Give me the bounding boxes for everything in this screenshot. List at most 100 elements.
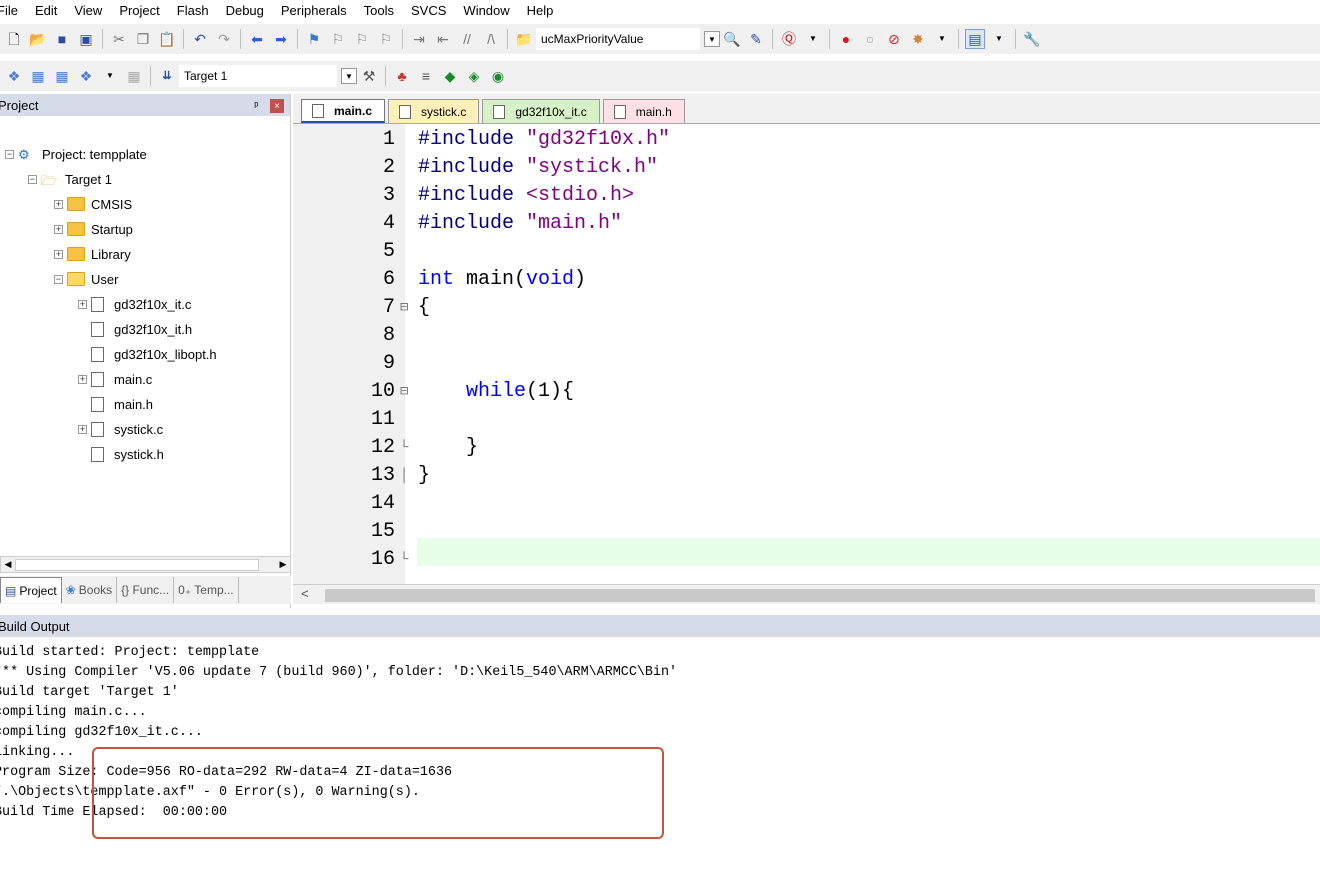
tab-books[interactable]: ❀ Books (62, 577, 118, 603)
tab-templates[interactable]: 0₊ Temp... (174, 577, 239, 603)
indent-icon[interactable]: ⇥ (409, 29, 429, 49)
tree-file[interactable]: + systick.c (78, 418, 163, 440)
menu-peripherals[interactable]: Peripherals (281, 3, 347, 18)
menu-debug[interactable]: Debug (226, 3, 264, 18)
tab-systick-c[interactable]: systick.c (388, 99, 480, 123)
tree-target[interactable]: − 🗁 Target 1 (28, 168, 112, 190)
copy-icon[interactable]: ❐ (133, 29, 153, 49)
menu-svcs[interactable]: SVCS (411, 3, 446, 18)
scroll-left-icon[interactable]: ◀ (1, 557, 15, 572)
bookmark-clear-icon[interactable]: ⚐ (376, 29, 396, 49)
tree-file[interactable]: + gd32f10x_it.c (78, 293, 191, 315)
menu-window[interactable]: Window (463, 3, 509, 18)
chevron-down-icon[interactable]: ▼ (704, 31, 720, 47)
tree-file[interactable]: systick.h (91, 443, 164, 465)
find-in-files-icon[interactable]: 📁 (514, 29, 534, 49)
new-file-icon[interactable]: 🗋 (4, 29, 24, 49)
save-all-icon[interactable]: ▣ (76, 29, 96, 49)
redo-icon[interactable]: ↷ (214, 29, 234, 49)
bookmark-next-icon[interactable]: ⚐ (352, 29, 372, 49)
breakpoint-disabled-icon[interactable]: ○ (860, 29, 880, 49)
paste-icon[interactable]: 📋 (157, 29, 177, 49)
tree-group-user[interactable]: − User (54, 268, 118, 290)
tree-project-root[interactable]: − ⚙ Project: tempplate (5, 143, 147, 165)
scroll-thumb[interactable] (15, 559, 259, 571)
incremental-find-icon[interactable]: ✎ (746, 29, 766, 49)
tab-functions[interactable]: {} Func... (117, 577, 175, 603)
menu-help[interactable]: Help (527, 3, 554, 18)
select-packs-icon[interactable]: ≡ (416, 66, 436, 86)
pack-installer-icon[interactable]: ◈ (464, 66, 484, 86)
build-icon[interactable]: ▦ (28, 66, 48, 86)
stop-build-icon[interactable]: ▦ (124, 66, 144, 86)
scroll-left-icon[interactable]: < (301, 586, 309, 601)
chevron-down-icon[interactable]: ▼ (100, 66, 120, 86)
expand-icon[interactable]: + (78, 424, 87, 434)
fold-collapse-icon[interactable]: ⊟ (400, 294, 408, 322)
tree-group-startup[interactable]: + Startup (54, 218, 133, 240)
close-icon[interactable]: × (270, 99, 284, 114)
find-combo[interactable]: ucMaxPriorityValue (536, 28, 700, 50)
chevron-down-icon[interactable]: ▼ (341, 68, 357, 84)
collapse-icon[interactable]: − (5, 149, 14, 159)
bookmark-icon[interactable]: ⚑ (304, 29, 324, 49)
nav-back-icon[interactable]: ⬅ (247, 29, 267, 49)
window-layout-icon[interactable]: ▤ (965, 29, 985, 49)
expand-icon[interactable]: + (78, 374, 87, 384)
kill-breakpoints-icon[interactable]: ✸ (908, 29, 928, 49)
update-pack-icon[interactable]: ◉ (488, 66, 508, 86)
load-download-icon[interactable]: ⇊ (157, 66, 177, 86)
unindent-icon[interactable]: ⇤ (433, 29, 453, 49)
chevron-down-icon[interactable]: ▼ (803, 29, 823, 49)
batch-build-icon[interactable]: ❖ (76, 66, 96, 86)
target-options-icon[interactable]: ⚒ (359, 66, 379, 86)
tab-main-h[interactable]: main.h (602, 99, 685, 123)
collapse-icon[interactable]: − (28, 174, 37, 184)
expand-icon[interactable]: + (54, 199, 63, 209)
chevron-down-icon[interactable]: ▼ (989, 29, 1009, 49)
manage-rte-icon[interactable]: ◆ (440, 66, 460, 86)
comment-icon[interactable]: // (457, 29, 477, 49)
debug-session-icon[interactable]: Ⓠ (779, 29, 799, 49)
find-icon[interactable]: 🔍 (722, 29, 742, 49)
menu-flash[interactable]: Flash (177, 3, 209, 18)
cut-icon[interactable]: ✂ (109, 29, 129, 49)
code-area[interactable]: 1 2 3 4 5 6 7 8 9 10 11 12 13 14 15 16 ⊟… (293, 124, 1320, 584)
menu-view[interactable]: View (74, 3, 102, 18)
tab-gd32f10x-it-c[interactable]: gd32f10x_it.c (482, 99, 600, 123)
scroll-thumb[interactable] (325, 589, 1315, 602)
fold-collapse-icon[interactable]: ⊟ (400, 378, 408, 406)
target-combo[interactable]: Target 1 (179, 65, 337, 87)
collapse-icon[interactable]: − (54, 274, 63, 284)
manage-components-icon[interactable]: ♣ (392, 66, 412, 86)
tree-file[interactable]: gd32f10x_it.h (91, 318, 192, 340)
menu-edit[interactable]: Edit (35, 3, 57, 18)
tree-file[interactable]: gd32f10x_libopt.h (91, 343, 217, 365)
pin-icon[interactable]: ᵖ (254, 100, 258, 112)
expand-icon[interactable]: + (54, 249, 63, 259)
disable-all-breakpoints-icon[interactable]: ⊘ (884, 29, 904, 49)
save-icon[interactable]: ■ (52, 29, 72, 49)
nav-forward-icon[interactable]: ➡ (271, 29, 291, 49)
expand-icon[interactable]: + (54, 224, 63, 234)
expand-icon[interactable]: + (78, 299, 87, 309)
undo-icon[interactable]: ↶ (190, 29, 210, 49)
open-folder-icon[interactable]: 📂 (28, 29, 48, 49)
menu-project[interactable]: Project (119, 3, 159, 18)
translate-icon[interactable]: ❖ (4, 66, 24, 86)
configure-wrench-icon[interactable]: 🔧 (1022, 29, 1042, 49)
tab-main-c[interactable]: main.c (301, 99, 386, 123)
uncomment-icon[interactable]: /\ (481, 29, 501, 49)
menu-tools[interactable]: Tools (364, 3, 394, 18)
project-hscrollbar[interactable]: ◀ ▶ (0, 556, 291, 573)
tree-group-cmsis[interactable]: + CMSIS (54, 193, 132, 215)
chevron-down-icon[interactable]: ▼ (932, 29, 952, 49)
tree-file[interactable]: + main.c (78, 368, 152, 390)
scroll-right-icon[interactable]: ▶ (276, 557, 290, 572)
tab-project[interactable]: ▤ Project (0, 577, 62, 603)
editor-hscrollbar[interactable]: < (293, 584, 1320, 604)
rebuild-icon[interactable]: ▦ (52, 66, 72, 86)
breakpoint-icon[interactable]: ● (836, 29, 856, 49)
menu-file[interactable]: File (0, 3, 18, 18)
tree-file[interactable]: main.h (91, 393, 153, 415)
